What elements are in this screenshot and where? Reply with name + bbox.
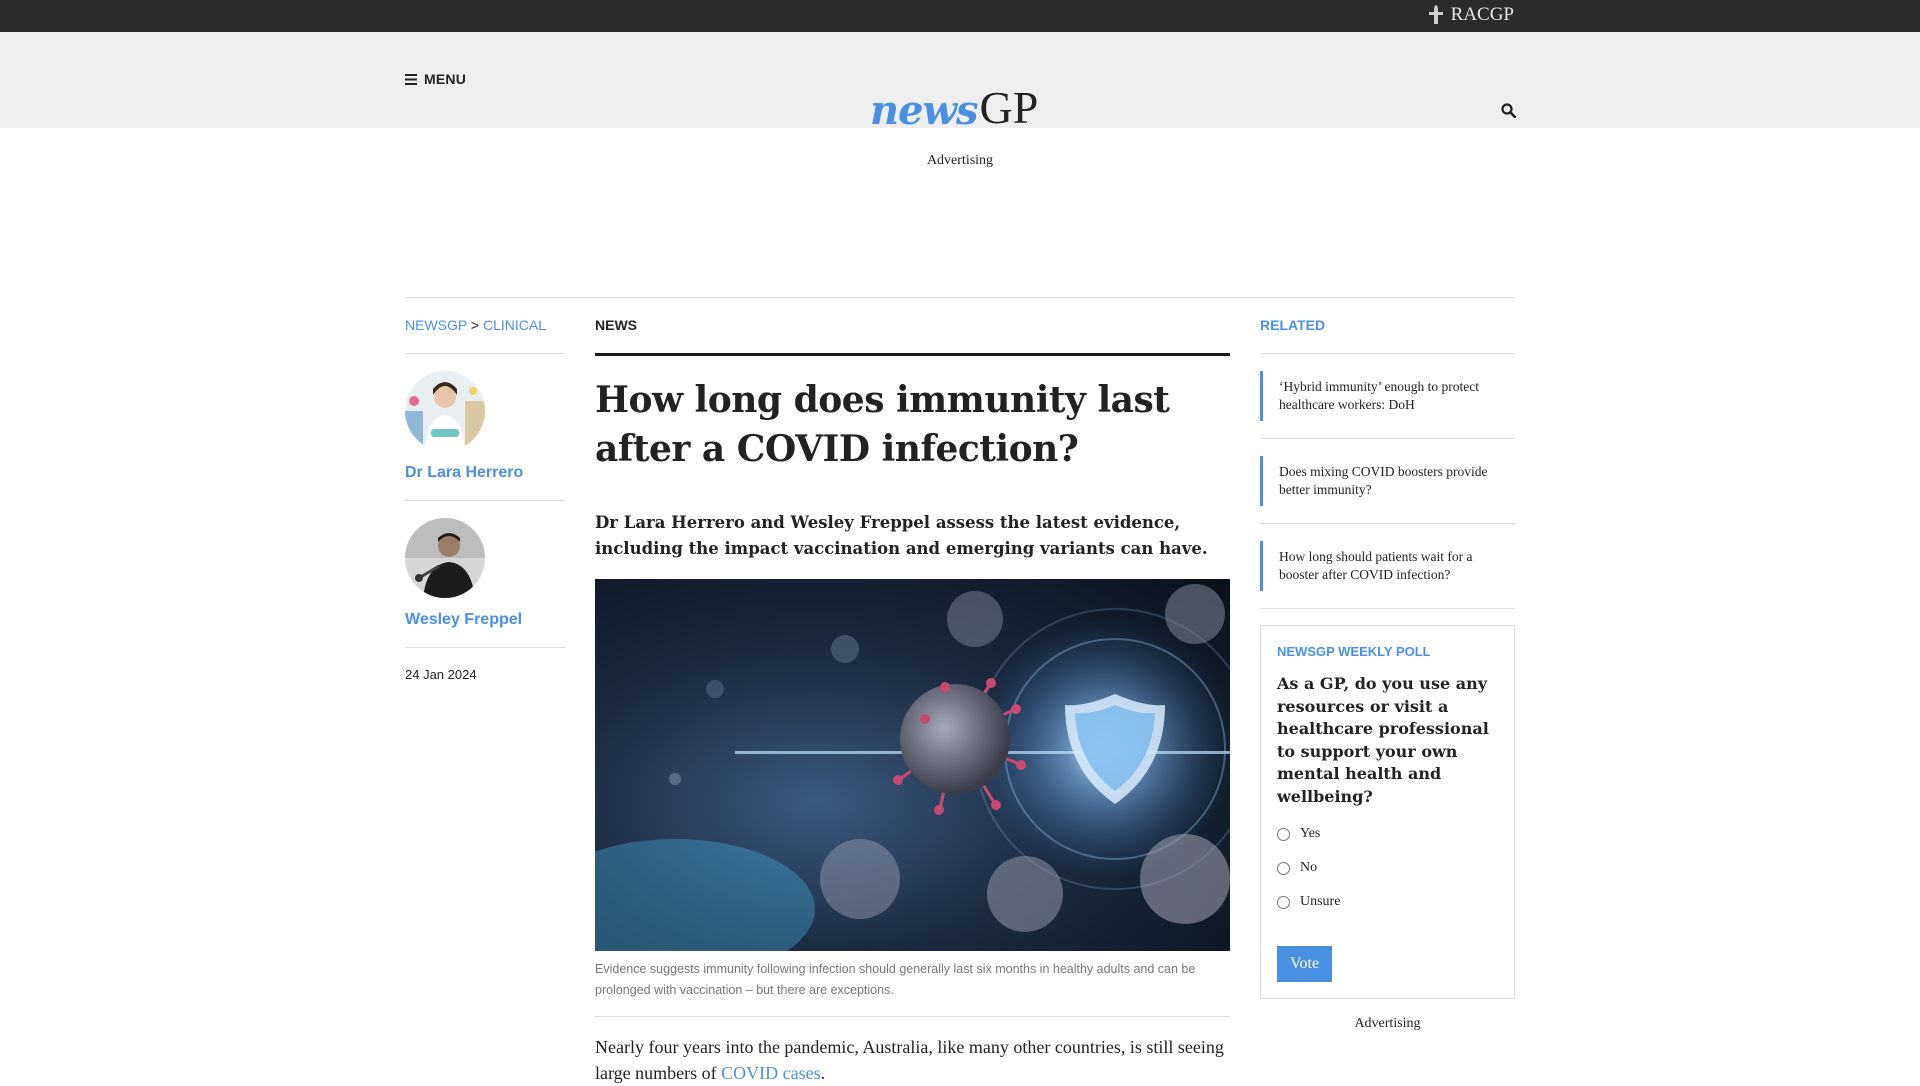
advertising-label-top: Advertising [926, 153, 994, 168]
paragraph-text: Nearly four years into the pandemic, Aus… [595, 1037, 1224, 1083]
radio-button[interactable] [1277, 895, 1290, 909]
radio-button[interactable] [1277, 827, 1290, 841]
weekly-poll: NEWSGP WEEKLY POLL As a GP, do you use a… [1260, 625, 1515, 999]
poll-option-no[interactable]: No [1277, 860, 1498, 876]
divider [595, 353, 1230, 356]
poll-title: NEWSGP WEEKLY POLL [1277, 644, 1431, 659]
breadcrumb-section[interactable]: CLINICAL [483, 317, 546, 333]
article-standfirst: Dr Lara Herrero and Wesley Freppel asses… [595, 513, 1208, 558]
poll-option-label: No [1300, 860, 1318, 875]
advertising-label-right: Advertising [1354, 1016, 1421, 1031]
racgp-link[interactable]: RACGP [1425, 4, 1514, 26]
menu-label: MENU [424, 71, 467, 87]
paragraph-end: . [820, 1063, 826, 1083]
image-caption: Evidence suggests immunity following inf… [595, 962, 1196, 997]
article: NEWS How long does immunity last after a… [595, 297, 1230, 1086]
section-label: NEWS [595, 317, 637, 333]
hamburger-icon [405, 73, 417, 85]
divider [405, 647, 565, 648]
logo-news-text: news [870, 87, 978, 134]
newsgp-logo[interactable]: news GP [870, 82, 1039, 134]
vote-button[interactable]: Vote [1277, 946, 1333, 982]
hero-image [595, 579, 1230, 951]
divider [595, 1016, 1230, 1017]
related-item: ‘Hybrid immunity’ enough to protect heal… [1260, 354, 1515, 439]
racgp-crest-icon [1428, 5, 1443, 24]
author-name[interactable]: Dr Lara Herrero [405, 464, 565, 482]
author-name[interactable]: Wesley Freppel [405, 611, 565, 629]
publish-date: 24 Jan 2024 [405, 667, 477, 682]
covid-cases-link[interactable]: COVID cases [721, 1063, 820, 1083]
search-icon[interactable] [1501, 103, 1516, 118]
related-link[interactable]: How long should patients wait for a boos… [1260, 541, 1515, 591]
poll-option-label: Yes [1300, 826, 1321, 841]
menu-button[interactable]: MENU [405, 71, 466, 87]
author-card: Wesley Freppel [405, 501, 565, 647]
poll-option-label: Unsure [1300, 894, 1341, 909]
related-column: RELATED ‘Hybrid immunity’ enough to prot… [1260, 297, 1515, 1032]
top-bar: RACGP [0, 0, 1920, 32]
poll-question: As a GP, do you use any resources or vis… [1277, 674, 1489, 806]
related-heading: RELATED [1260, 317, 1326, 333]
article-paragraph: Nearly four years into the pandemic, Aus… [595, 1034, 1230, 1086]
site-header: MENU news GP [0, 32, 1920, 134]
breadcrumb-home[interactable]: NEWSGP [405, 317, 467, 333]
racgp-label: RACGP [1450, 4, 1514, 25]
author-card: Dr Lara Herrero [405, 354, 565, 500]
poll-option-yes[interactable]: Yes [1277, 826, 1498, 842]
author-avatar[interactable] [405, 518, 485, 598]
related-link[interactable]: Does mixing COVID boosters provide bette… [1260, 456, 1515, 506]
related-item: How long should patients wait for a boos… [1260, 524, 1515, 609]
breadcrumb: NEWSGP > CLINICAL [405, 317, 565, 353]
related-item: Does mixing COVID boosters provide bette… [1260, 439, 1515, 524]
breadcrumb-separator: > [470, 317, 480, 333]
related-link[interactable]: ‘Hybrid immunity’ enough to protect heal… [1260, 371, 1515, 421]
poll-option-unsure[interactable]: Unsure [1277, 894, 1498, 910]
radio-button[interactable] [1277, 861, 1290, 875]
author-avatar[interactable] [405, 371, 485, 451]
logo-gp-text: GP [979, 82, 1039, 133]
article-headline: How long does immunity last after a COVI… [595, 379, 1170, 470]
author-column: NEWSGP > CLINICAL Dr Lara Herrero Wesley… [405, 297, 565, 682]
